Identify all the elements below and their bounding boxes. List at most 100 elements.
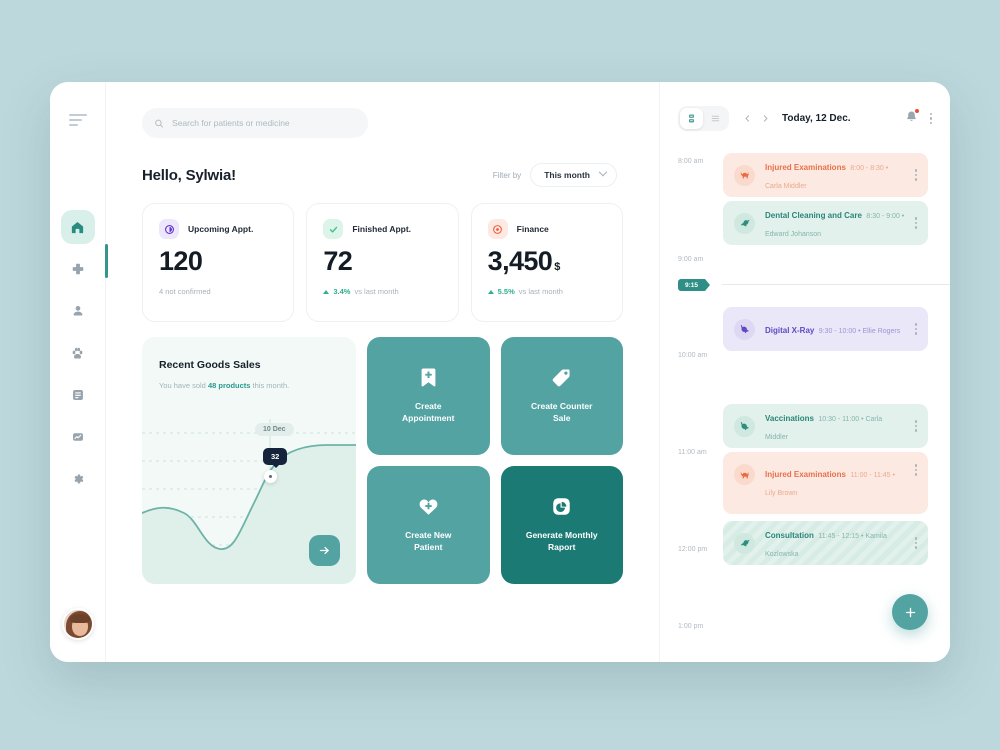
dog-glyph <box>740 172 749 179</box>
view-toggle <box>678 106 729 131</box>
hour-label: 12:00 pm <box>678 546 708 553</box>
page-title: Hello, Sylwia! <box>142 166 236 184</box>
tile-create-counter-sale[interactable]: Create Counter Sale <box>500 337 623 455</box>
sidebar-item-home[interactable] <box>60 210 95 244</box>
appointment-title: Consultation <box>765 531 814 540</box>
sidebar-item-patients[interactable] <box>61 294 95 328</box>
avatar[interactable] <box>61 608 94 640</box>
date-nav <box>743 114 770 123</box>
appointment-card[interactable]: Consultation 11:45 - 12:15 • Kamila Kozl… <box>723 521 928 565</box>
plus-cross-icon <box>72 263 83 275</box>
sidebar-item-settings[interactable] <box>61 462 95 496</box>
sidebar-item-animals[interactable] <box>61 336 95 370</box>
sidebar-item-add[interactable] <box>61 252 95 286</box>
appointment-title: Digital X-Ray <box>765 326 815 335</box>
app-window: Hello, Sylwia! Filter by This month Upco… <box>50 82 950 662</box>
main-content: Hello, Sylwia! Filter by This month Upco… <box>105 82 660 662</box>
chevron-down-icon <box>598 167 608 177</box>
plus-icon <box>905 607 915 617</box>
sales-sub-highlight: 48 products <box>207 381 251 390</box>
coin-glyph <box>493 224 503 234</box>
list-view-icon[interactable] <box>704 108 727 129</box>
appointment-card[interactable]: Vaccinations 10:30 - 11:00 • Carla Middl… <box>723 404 928 448</box>
appointment-menu-icon[interactable] <box>914 420 917 432</box>
column-view-icon[interactable] <box>680 108 703 129</box>
stat-sub-label: vs last month <box>518 287 563 296</box>
filter-label: Filter by <box>492 170 522 180</box>
notification-dot <box>914 108 919 113</box>
clock-pie-glyph <box>164 224 174 234</box>
stat-value: 120 <box>159 246 203 276</box>
dog-glyph <box>740 471 749 478</box>
appointment-title: Dental Cleaning and Care <box>765 211 862 220</box>
tile-create-new-patient[interactable]: Create New Patient <box>367 466 490 584</box>
stat-sub-label: 4 not confirmed <box>159 287 211 296</box>
stat-header: Upcoming Appt. <box>159 219 277 239</box>
sales-sub-suffix: this month. <box>250 381 290 390</box>
avatar-fringe <box>69 614 90 623</box>
schedule-actions <box>905 108 932 128</box>
stat-subtext: 3.4% vs last month <box>323 287 441 296</box>
tile-generate-monthly-report[interactable]: Generate Monthly Raport <box>500 466 623 584</box>
add-appointment-button[interactable] <box>892 594 928 630</box>
stat-header: Finance <box>487 219 606 239</box>
filter-select[interactable]: This month <box>530 163 617 187</box>
hour-label: 10:00 am <box>678 352 708 359</box>
sales-sub-prefix: You have sold <box>159 381 208 390</box>
current-time-label: 9:15 <box>678 279 711 291</box>
appointment-card[interactable]: Digital X-Ray 9:30 - 10:00 • Ellie Roger… <box>723 307 928 351</box>
appointment-title: Injured Examinations <box>765 470 846 479</box>
clock-pie-icon <box>159 219 179 239</box>
stats-row: Upcoming Appt. 120 4 not confirmed Finis… <box>142 203 623 322</box>
stat-delta: 5.5% <box>497 287 515 296</box>
appointment-menu-icon[interactable] <box>914 537 917 549</box>
sidebar-item-records[interactable] <box>61 378 95 412</box>
appointment-menu-icon[interactable] <box>914 464 917 476</box>
stat-label: Finished Appt. <box>352 224 412 234</box>
appointment-text: Vaccinations 10:30 - 11:00 • Carla Middl… <box>765 408 905 444</box>
trend-up-icon <box>323 289 330 294</box>
bird-icon <box>734 532 755 554</box>
stat-card-upcoming: Upcoming Appt. 120 4 not confirmed <box>142 203 295 322</box>
heart-plus-icon <box>419 499 438 515</box>
chart-value-tooltip: 32 <box>263 448 288 468</box>
pie-chart-icon <box>553 497 570 515</box>
arrow-right-icon <box>319 546 329 555</box>
bell-icon[interactable] <box>905 108 919 128</box>
hour-label: 1:00 pm <box>678 623 704 630</box>
appointment-menu-icon[interactable] <box>914 323 917 335</box>
search-input[interactable] <box>172 118 356 128</box>
sales-title: Recent Goods Sales <box>159 359 261 371</box>
quick-action-tiles: Create Appointment Create Counter Sale Cre… <box>367 337 623 584</box>
sidebar-item-reports[interactable] <box>61 420 95 454</box>
currency-symbol: $ <box>554 261 560 273</box>
tile-create-appointment[interactable]: Create Appointment <box>367 337 490 455</box>
schedule-date: Today, 12 Dec. <box>782 113 851 124</box>
dog-icon <box>734 164 755 186</box>
appointment-menu-icon[interactable] <box>914 169 917 181</box>
lower-row: Recent Goods Sales You have sold 48 prod… <box>142 337 623 584</box>
search-bar[interactable] <box>142 108 368 138</box>
document-icon <box>72 390 83 400</box>
chart-data-point[interactable] <box>264 470 277 483</box>
sales-next-button[interactable] <box>309 535 340 566</box>
kebab-menu-icon[interactable] <box>929 112 932 125</box>
stat-delta: 3.4% <box>333 287 351 296</box>
current-time-marker: 9:15 <box>678 279 950 291</box>
tile-label: Create Appointment <box>402 400 455 423</box>
chevron-left-icon[interactable] <box>743 114 752 123</box>
appointment-card[interactable]: Injured Examinations 11:00 - 11:45 • Lil… <box>723 452 928 514</box>
search-icon <box>155 119 164 128</box>
cat-icon <box>734 318 755 340</box>
column-view-glyph <box>688 114 695 123</box>
stat-subtext: 5.5% vs last month <box>487 287 606 296</box>
hamburger-icon[interactable] <box>68 114 87 126</box>
appointment-card[interactable]: Injured Examinations 8:00 - 8:30 • Carla… <box>723 153 928 197</box>
chevron-right-icon[interactable] <box>761 114 770 123</box>
chart-icon <box>72 433 83 441</box>
bird-glyph <box>740 539 750 547</box>
appointment-menu-icon[interactable] <box>914 217 917 229</box>
appointment-card[interactable]: Dental Cleaning and Care 8:30 - 9:00 • E… <box>723 201 928 245</box>
check-glyph <box>329 226 338 233</box>
schedule-panel: Today, 12 Dec. 8:00 am 9:00 am 10:00 am … <box>660 82 950 662</box>
